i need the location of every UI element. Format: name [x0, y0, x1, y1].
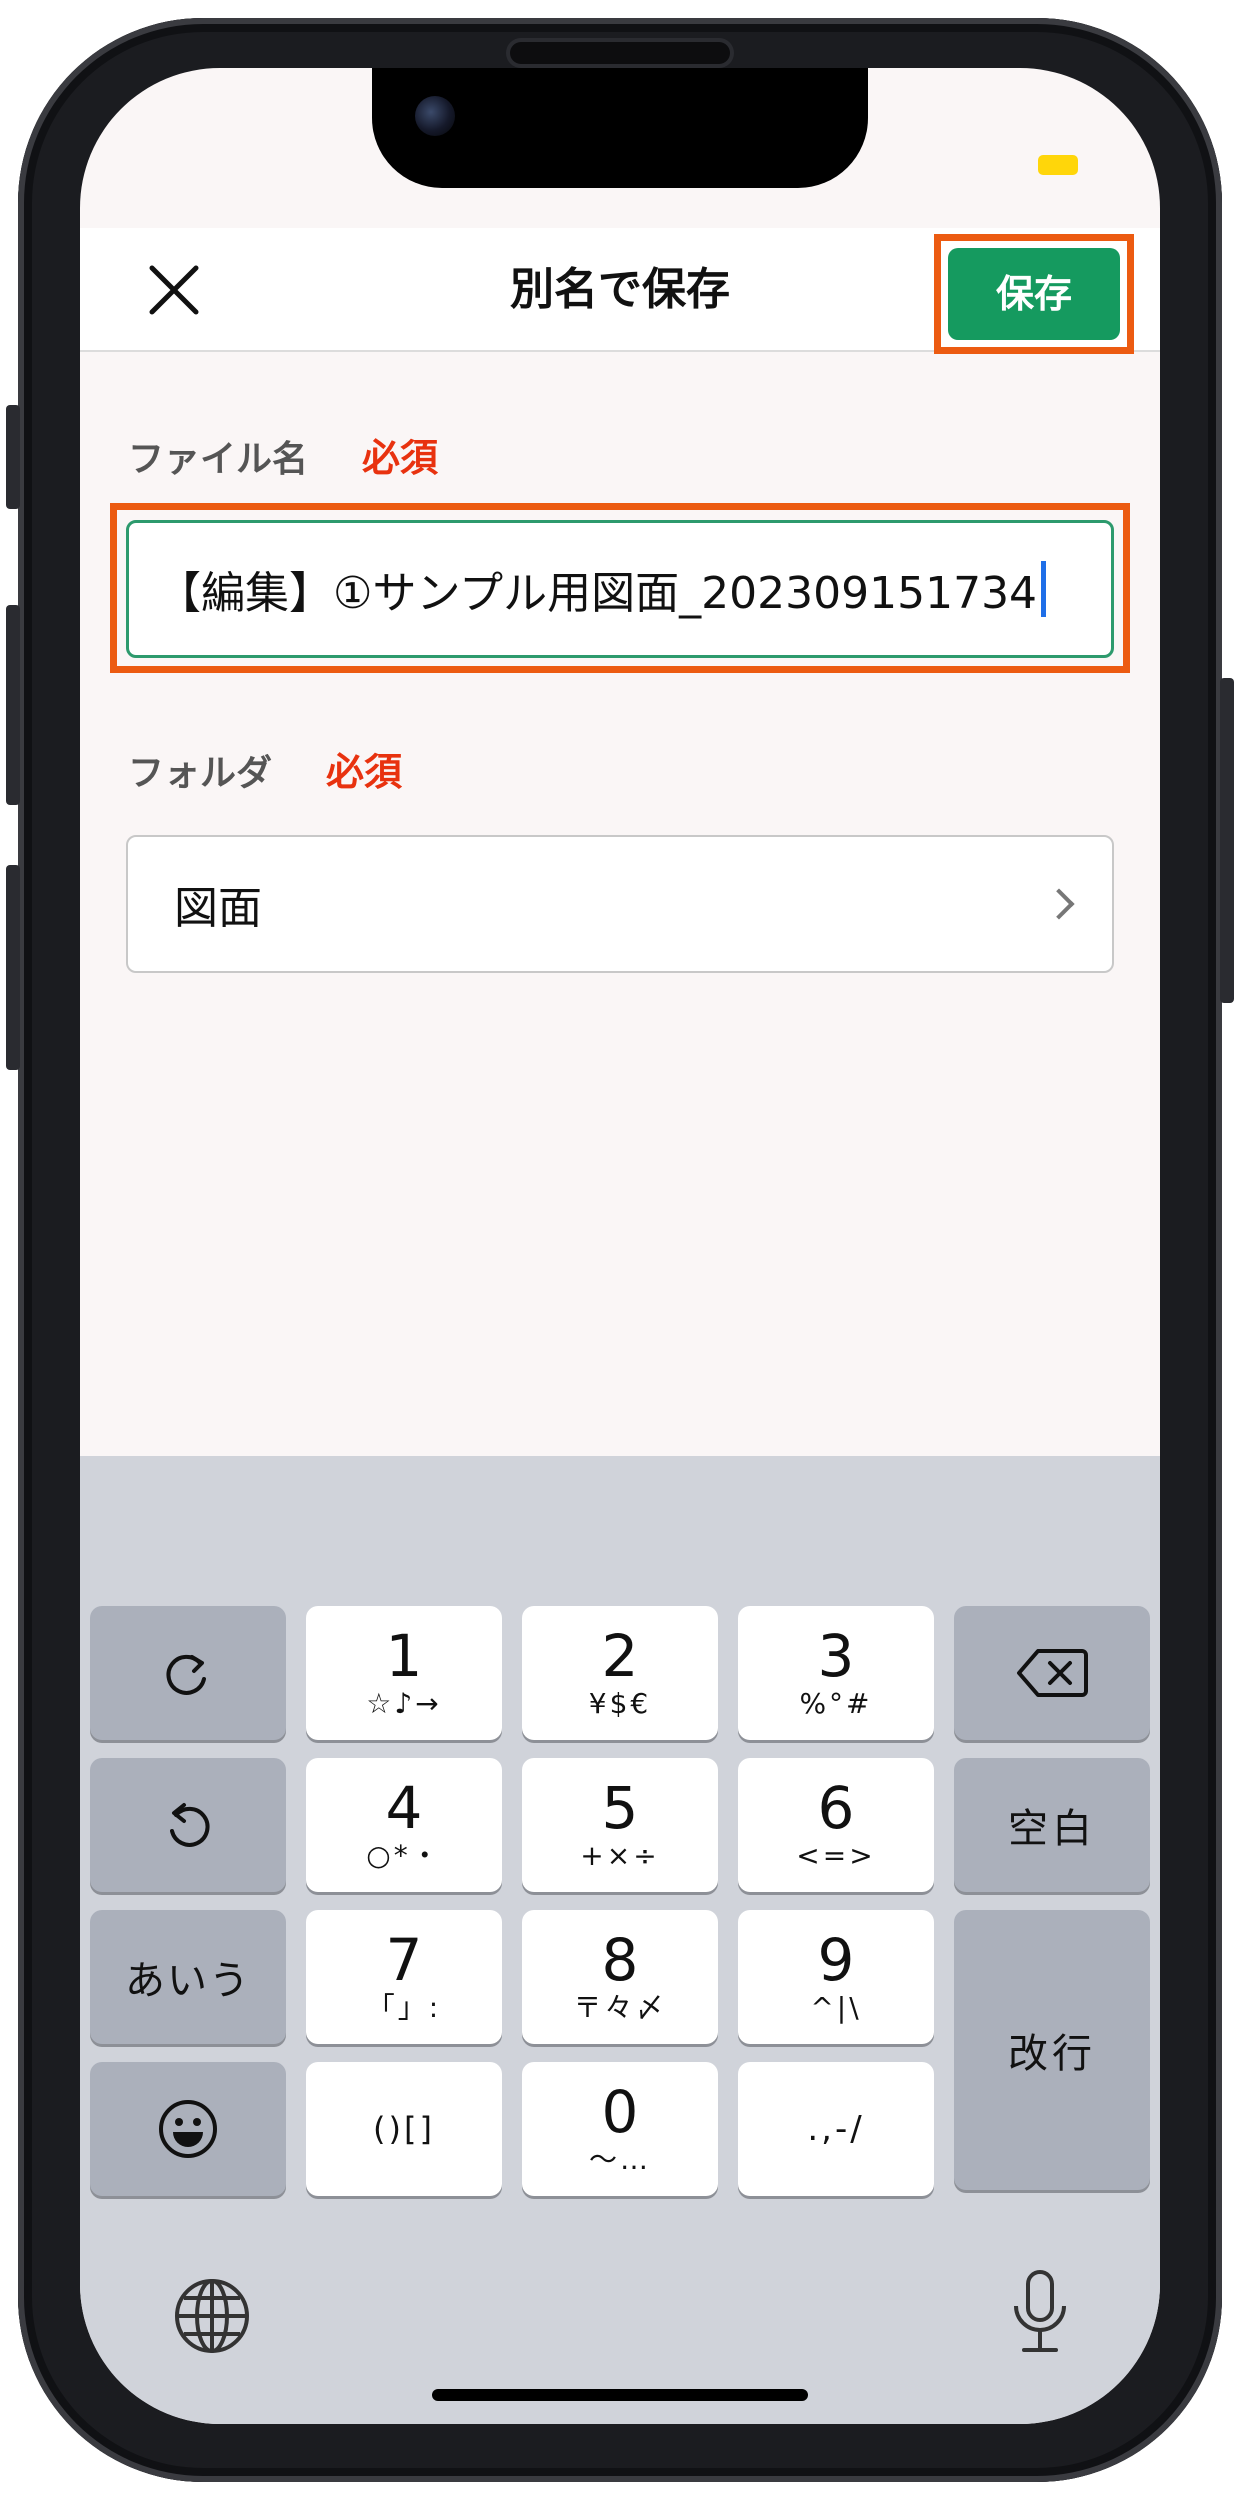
- key-backspace[interactable]: [954, 1606, 1150, 1740]
- folder-select-value: 図面: [174, 883, 262, 934]
- key-brackets[interactable]: ()[]: [306, 2062, 502, 2196]
- volume-down-button: [6, 865, 20, 1070]
- front-camera: [415, 96, 455, 136]
- save-button[interactable]: 保存: [948, 248, 1120, 340]
- key-main-label: .,-/: [807, 2109, 865, 2149]
- key-main-label: 4: [385, 1774, 423, 1842]
- chevron-right-icon: [1043, 888, 1075, 920]
- key-main-label: 6: [817, 1774, 855, 1842]
- key-sub-label: ○*・: [366, 1839, 442, 1872]
- key-4[interactable]: 4 ○*・: [306, 1758, 502, 1892]
- home-indicator[interactable]: [432, 2389, 808, 2401]
- key-7[interactable]: 7 「」:: [306, 1910, 502, 2044]
- key-redo[interactable]: [90, 1606, 286, 1740]
- key-main-label: 0: [601, 2078, 639, 2146]
- key-0[interactable]: 0 〜…: [522, 2062, 718, 2196]
- key-sub-label: ☆♪→: [366, 1687, 442, 1720]
- globe-icon: [175, 2279, 249, 2353]
- key-main-label: 5: [601, 1774, 639, 1842]
- backspace-icon: [1017, 1649, 1088, 1697]
- filename-required-badge: 必須: [362, 436, 439, 480]
- key-9[interactable]: 9 ^|\: [738, 1910, 934, 2044]
- key-2[interactable]: 2 ¥$€: [522, 1606, 718, 1740]
- power-button: [1220, 678, 1234, 1003]
- key-main-label: 2: [601, 1622, 639, 1690]
- filename-input[interactable]: 【編集】①サンプル用図面_202309151734: [126, 520, 1114, 658]
- key-sub-label: 〒々〆: [573, 1991, 667, 2024]
- globe-button[interactable]: [172, 2276, 252, 2356]
- key-emoji[interactable]: [90, 2062, 286, 2196]
- folder-required-badge: 必須: [326, 750, 403, 794]
- filename-input-value: 【編集】①サンプル用図面_202309151734: [157, 568, 1038, 619]
- key-5[interactable]: 5 +×÷: [522, 1758, 718, 1892]
- redo-icon: [166, 1654, 206, 1695]
- key-sub-label: +×÷: [580, 1839, 660, 1872]
- filename-label: ファイル名: [128, 439, 309, 480]
- key-sub-label: <=>: [796, 1839, 876, 1872]
- key-enter-label: 改行: [1008, 2031, 1096, 2077]
- folder-label: フォルダ: [128, 753, 273, 794]
- key-punctuation[interactable]: .,-/: [738, 2062, 934, 2196]
- screen: 別名で保存 保存 ファイル名 必須 【編集】①サンプル用図面_202309151…: [80, 68, 1160, 2424]
- key-main-label: ()[]: [373, 2110, 435, 2148]
- key-main-label: 3: [817, 1622, 855, 1690]
- key-main-label: 7: [385, 1926, 423, 1994]
- key-kana-label: あいう: [125, 1958, 251, 2004]
- volume-up-button: [6, 605, 20, 805]
- key-kana[interactable]: あいう: [90, 1910, 286, 2044]
- close-icon: [149, 265, 199, 315]
- key-space-label: 空白: [1008, 1806, 1096, 1852]
- folder-select[interactable]: 図面: [126, 835, 1114, 973]
- key-8[interactable]: 8 〒々〆: [522, 1910, 718, 2044]
- key-3[interactable]: 3 %°#: [738, 1606, 934, 1740]
- key-undo[interactable]: [90, 1758, 286, 1892]
- text-caret: [1041, 561, 1047, 617]
- key-sub-label: ^|\: [810, 1991, 862, 2024]
- key-main-label: 9: [817, 1926, 855, 1994]
- key-main-label: 8: [601, 1926, 639, 1994]
- key-1[interactable]: 1 ☆♪→: [306, 1606, 502, 1740]
- key-enter[interactable]: 改行: [954, 1910, 1150, 2190]
- nav-bar: 別名で保存 保存: [80, 228, 1160, 354]
- key-sub-label: 〜…: [588, 2143, 651, 2176]
- key-sub-label: %°#: [799, 1687, 873, 1720]
- microphone-button[interactable]: [1010, 2268, 1070, 2358]
- key-main-label: 1: [385, 1622, 423, 1690]
- undo-icon: [170, 1803, 210, 1847]
- microphone-icon: [1014, 2270, 1066, 2352]
- key-sub-label: 「」:: [366, 1991, 442, 2024]
- close-button[interactable]: [140, 256, 208, 324]
- emoji-icon: [159, 2100, 217, 2158]
- key-sub-label: ¥$€: [588, 1687, 652, 1720]
- mute-switch: [6, 405, 20, 509]
- key-space[interactable]: 空白: [954, 1758, 1150, 1892]
- earpiece-speaker: [510, 42, 730, 64]
- key-6[interactable]: 6 <=>: [738, 1758, 934, 1892]
- battery-indicator-icon: [1038, 155, 1078, 175]
